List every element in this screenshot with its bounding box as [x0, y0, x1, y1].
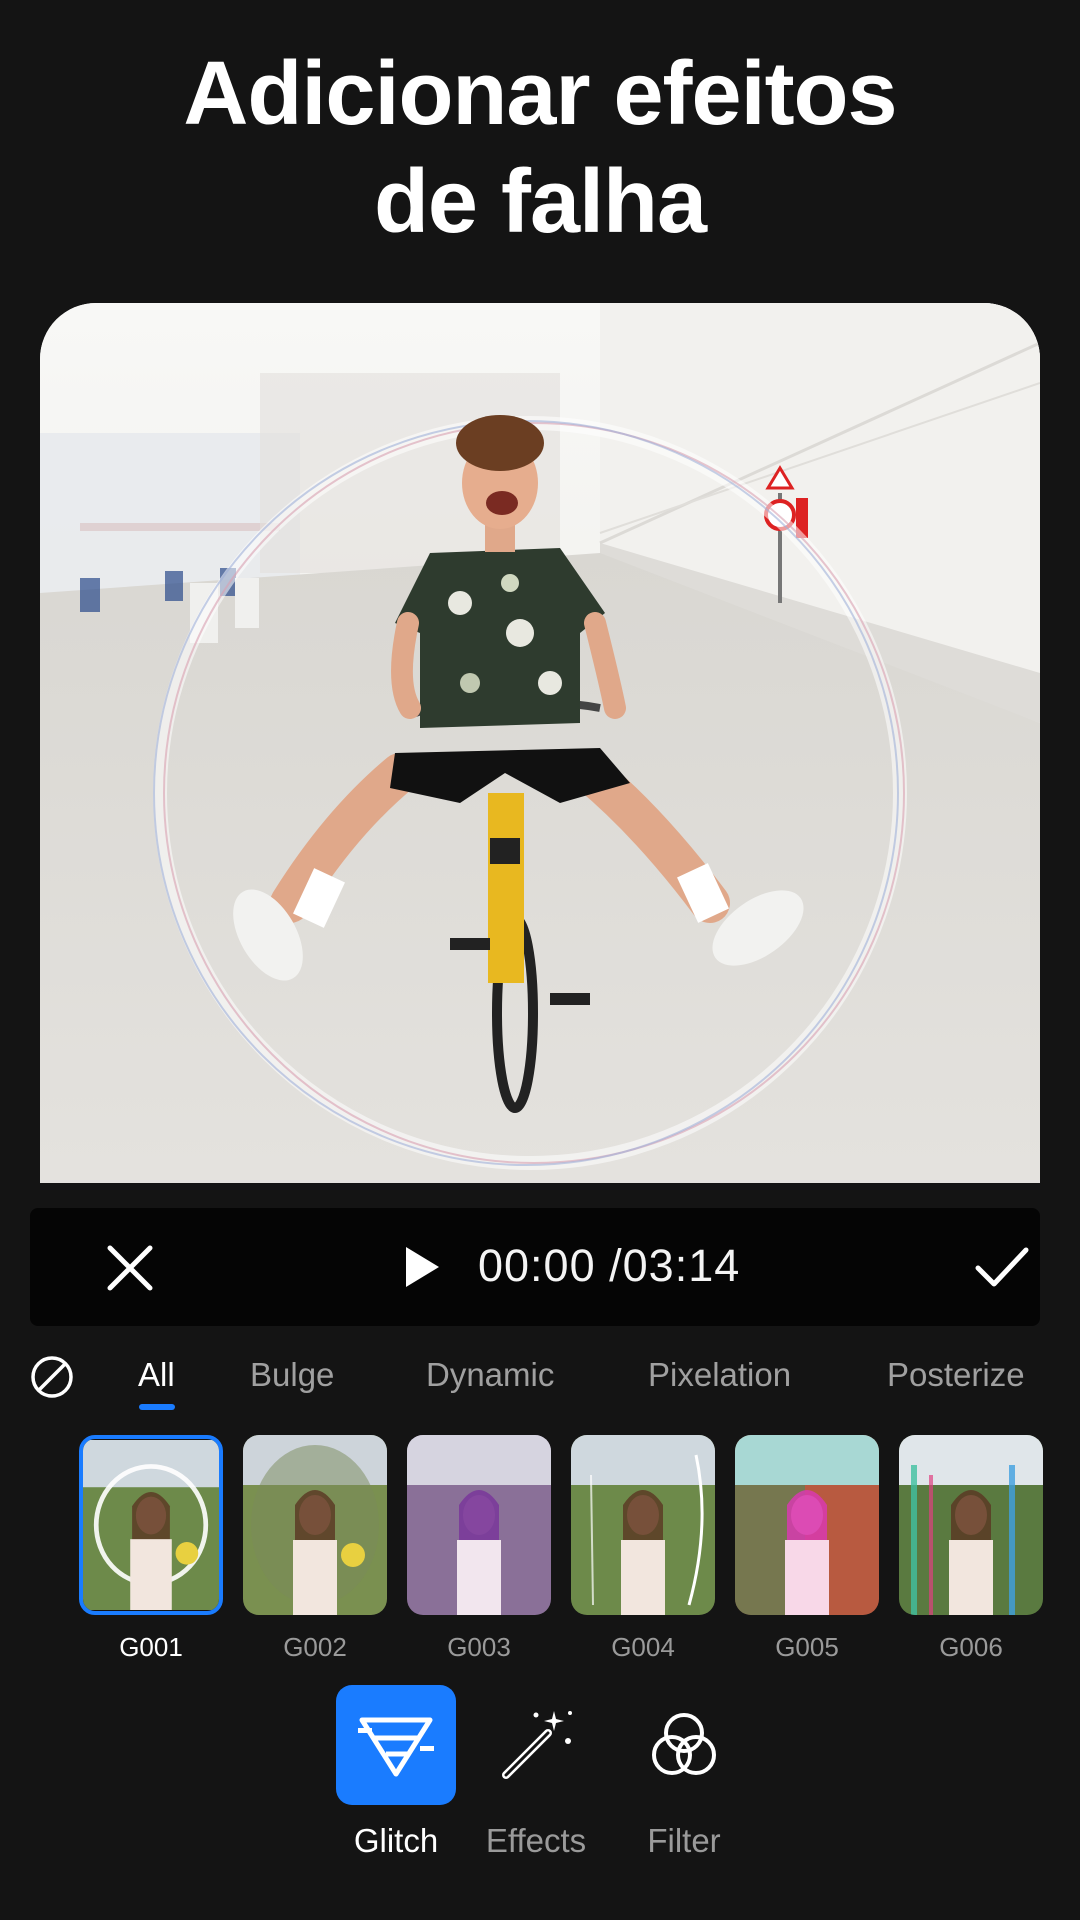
tab-bulge[interactable]: Bulge [250, 1353, 334, 1397]
tool-label: Glitch [353, 1822, 439, 1859]
tool-label: Effects [485, 1822, 587, 1859]
tool-icon-box [624, 1685, 744, 1805]
filter-circles-icon [652, 1713, 716, 1775]
effect-thumb-g004[interactable]: G004 [571, 1435, 715, 1663]
thumb-label: G006 [939, 1632, 1003, 1662]
screen: Adicionar efeitos de falha 00:00 /03:14 … [0, 0, 1080, 1920]
tool-label: Filter [647, 1822, 721, 1859]
effect-thumb-g003[interactable]: G003 [407, 1435, 551, 1663]
tab-posterize[interactable]: Posterize [887, 1353, 1025, 1397]
thumb-image [899, 1435, 1043, 1615]
check-icon[interactable] [974, 1244, 1030, 1290]
total-time: 03:14 [622, 1240, 741, 1291]
title-line-2: de falha [373, 152, 707, 252]
category-tabs: All Bulge Dynamic Pixelation Posterize [0, 1345, 1080, 1415]
thumb-label: G004 [611, 1632, 675, 1662]
effect-thumb-g002[interactable]: G002 [243, 1435, 387, 1663]
tab-dynamic[interactable]: Dynamic [426, 1353, 554, 1397]
time-separator: / [595, 1240, 623, 1291]
video-preview[interactable] [40, 303, 1040, 1183]
tool-glitch[interactable]: Glitch [336, 1685, 456, 1863]
thumb-image [407, 1435, 551, 1615]
effect-thumbnails: G001 G002 G003 G004 G005 G006 [0, 1435, 1080, 1665]
thumb-label: G001 [119, 1632, 183, 1662]
tool-filter[interactable]: Filter [624, 1685, 744, 1863]
close-icon[interactable] [106, 1244, 154, 1292]
thumb-image [79, 1435, 223, 1615]
tool-icon-box [476, 1685, 596, 1805]
active-tab-indicator [139, 1404, 175, 1410]
tool-icon-box [336, 1685, 456, 1805]
preview-image [40, 303, 1040, 1183]
effect-thumb-g001[interactable]: G001 [79, 1435, 223, 1663]
magic-wand-icon [502, 1711, 572, 1779]
thumb-image [735, 1435, 879, 1615]
tool-effects[interactable]: Effects [476, 1685, 596, 1863]
thumb-label: G003 [447, 1632, 511, 1662]
play-icon[interactable] [402, 1244, 442, 1290]
glitch-triangle-icon [358, 1717, 434, 1777]
thumb-label: G002 [283, 1632, 347, 1662]
effect-thumb-g006[interactable]: G006 [899, 1435, 1043, 1663]
time-display: 00:00 /03:14 [478, 1236, 740, 1296]
page-title: Adicionar efeitos de falha [0, 40, 1080, 256]
title-line-1: Adicionar efeitos [183, 44, 897, 144]
current-time: 00:00 [478, 1240, 596, 1291]
tab-pixelation[interactable]: Pixelation [648, 1353, 791, 1397]
no-effect-icon[interactable] [30, 1355, 74, 1399]
tab-all[interactable]: All [138, 1353, 175, 1397]
effect-thumb-g005[interactable]: G005 [735, 1435, 879, 1663]
thumb-label: G005 [775, 1632, 839, 1662]
thumb-image [571, 1435, 715, 1615]
thumb-image [243, 1435, 387, 1615]
player-bar: 00:00 /03:14 [30, 1208, 1040, 1326]
